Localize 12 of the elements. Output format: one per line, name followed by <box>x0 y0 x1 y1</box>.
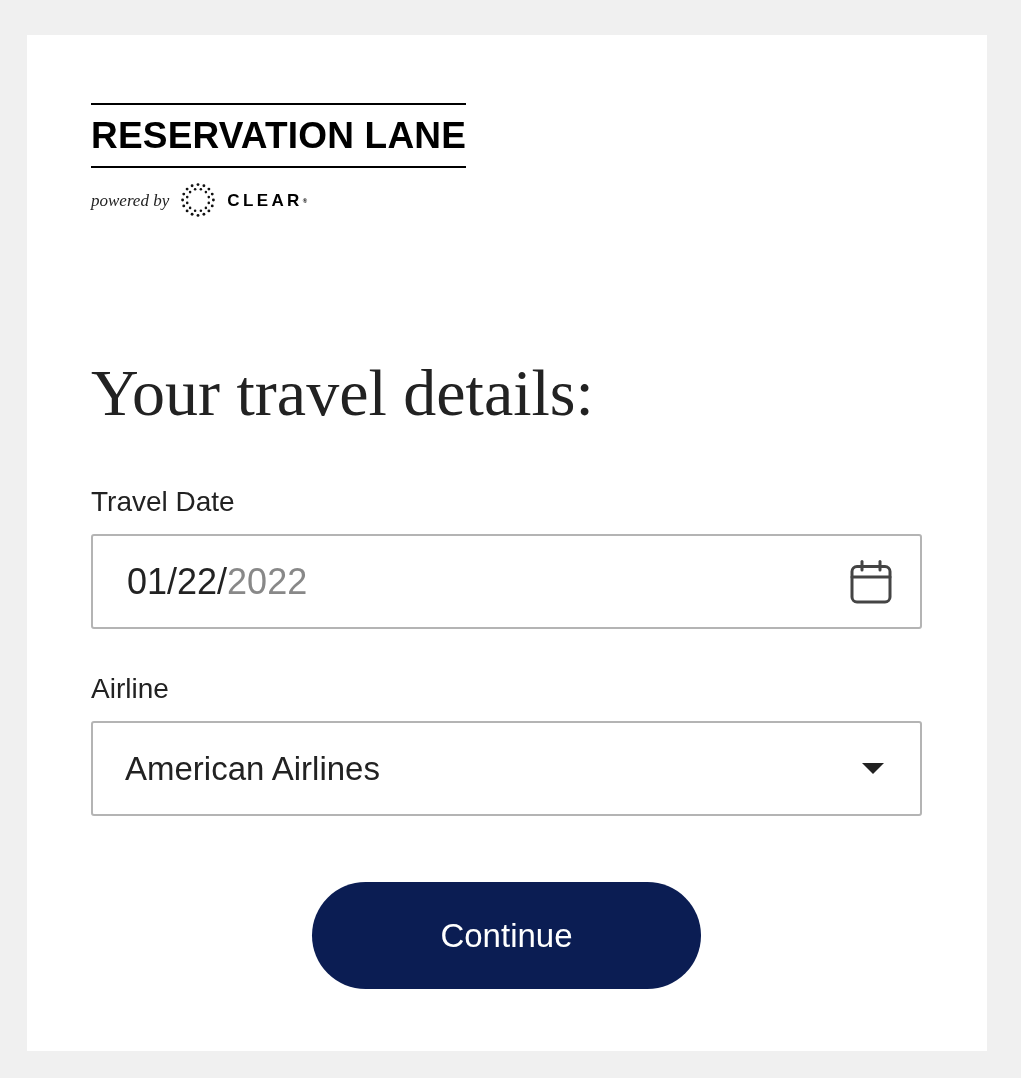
logo-wordmark: RESERVATION LANE <box>91 103 467 168</box>
date-field[interactable]: 01/22/2022 <box>91 534 922 629</box>
caret-down-icon <box>862 763 884 774</box>
airline-select[interactable]: American Airlines <box>91 721 922 816</box>
calendar-icon <box>850 559 892 604</box>
field-label: Airline <box>91 675 169 703</box>
page-heading: Your travel details: <box>91 360 594 426</box>
powered-by-text: powered by <box>91 191 170 209</box>
partner-logo-text: CLEAR$^{®}$ <box>227 191 308 209</box>
field-label: Travel Date <box>91 488 235 516</box>
dotted-ring-icon <box>181 183 216 217</box>
continue-button[interactable]: Continue <box>312 882 701 989</box>
